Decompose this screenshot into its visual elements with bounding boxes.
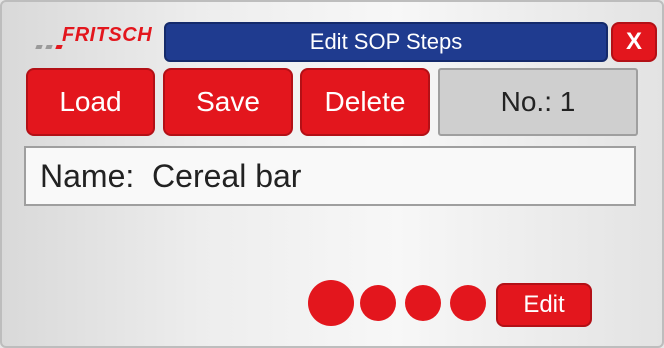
sop-editor-screen: FRITSCH Edit SOP Steps X Load Save Delet…: [0, 0, 664, 348]
page-dot-4[interactable]: [450, 285, 486, 321]
close-button[interactable]: X: [611, 22, 657, 62]
save-button[interactable]: Save: [163, 68, 293, 136]
sop-name-field[interactable]: Name: Cereal bar: [24, 146, 636, 206]
logo-text: FRITSCH: [62, 24, 153, 46]
dialog-title: Edit SOP Steps: [164, 22, 608, 62]
edit-button[interactable]: Edit: [496, 283, 592, 327]
delete-button[interactable]: Delete: [300, 68, 430, 136]
page-dot-1-active[interactable]: [308, 280, 354, 326]
page-dot-3[interactable]: [405, 285, 441, 321]
fritsch-logo: FRITSCH: [32, 24, 156, 58]
page-dot-2[interactable]: [360, 285, 396, 321]
sop-number-display: No.: 1: [438, 68, 638, 136]
load-button[interactable]: Load: [26, 68, 155, 136]
